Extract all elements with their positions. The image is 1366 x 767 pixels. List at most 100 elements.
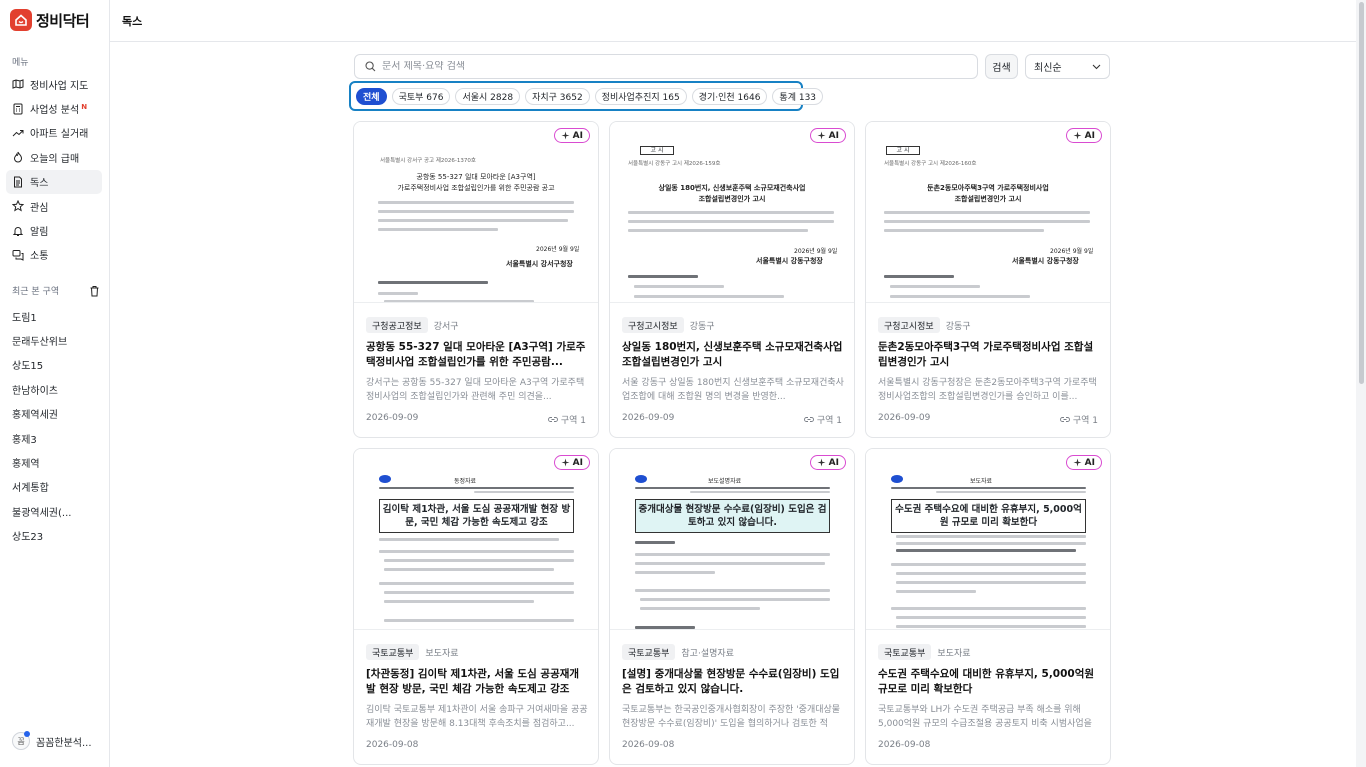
filter-chip-all[interactable]: 전체 <box>356 87 387 105</box>
document-preview: 보도자료 수도권 주택수요에 대비한 유휴부지, 5,000억원 규모로 미리 … <box>866 449 1110 630</box>
doc-title-line: 둔촌2동모아주택3구역 가로주택정비사업 <box>927 184 1049 192</box>
doc-text-line <box>640 607 760 610</box>
sidebar-item-docs[interactable]: 독스 <box>6 169 102 194</box>
doc-rule <box>891 487 1086 489</box>
doc-signature: 서울특별시 강서구청장 <box>506 260 573 268</box>
card-tags: 구청고시정보 강동구 <box>878 317 971 333</box>
app-logo[interactable]: 정비닥터 <box>10 8 90 32</box>
linked-area[interactable]: 구역 1 <box>547 413 586 426</box>
doc-card[interactable]: 동정자료 김이탁 제1차관, 서울 도심 공공재개발 현장 방문, 국민 체감 … <box>353 448 599 765</box>
trash-icon[interactable] <box>89 285 100 297</box>
doc-header: 서울특별시 강서구 공고 제2026-1370호 <box>380 158 476 164</box>
recent-area-item[interactable]: 서계통합 <box>12 475 104 499</box>
doc-text-line <box>891 563 1086 566</box>
sidebar-item-apt-trades[interactable]: 아파트 실거래 <box>6 121 102 145</box>
sidebar-item-label: 사업성 분석 <box>30 105 80 117</box>
doc-title-line: 상일동 180번지, 신생보훈주택 소규모재건축사업 <box>658 184 806 192</box>
doc-text-line <box>884 211 1090 214</box>
doc-text-line <box>474 491 574 493</box>
sidebar-nav: 정비사업 지도 사업성 분석 N 아파트 실거래 오늘의 급매 독스 관심 알림 <box>6 72 102 267</box>
recent-area-item[interactable]: 문래두산위브 <box>12 328 104 352</box>
doc-title-line: 공항동 55-327 일대 모아타운 [A3구역] <box>416 173 536 181</box>
doc-header: 서울특별시 강동구 고시 제2026-160호 <box>884 161 977 167</box>
ai-badge-label: AI <box>572 457 583 468</box>
card-date: 2026-09-09 <box>878 413 931 423</box>
sidebar-item-community[interactable]: 소통 <box>6 243 102 267</box>
sidebar-item-alerts[interactable]: 알림 <box>6 218 102 242</box>
doc-text-line <box>378 281 488 284</box>
sparkle-icon <box>561 131 570 140</box>
doc-card[interactable]: 고 시 서울특별시 강동구 고시 제2026-159호 상일동 180번지, 신… <box>609 121 855 438</box>
recent-area-item[interactable]: 홍제역 <box>12 450 104 474</box>
link-icon <box>547 417 558 422</box>
recent-area-item[interactable]: 홍제3 <box>12 426 104 450</box>
search-input[interactable] <box>382 61 962 72</box>
linked-area[interactable]: 구역 1 <box>803 413 842 426</box>
document-preview: 고 시 서울특별시 강동구 고시 제2026-159호 상일동 180번지, 신… <box>610 122 854 303</box>
doc-text-line <box>384 619 574 622</box>
doc-text-line <box>635 626 695 629</box>
filter-chip-seoul[interactable]: 서울시 2828 <box>455 87 521 105</box>
doc-signature: 서울특별시 강동구청장 <box>1012 257 1079 265</box>
doc-text-line <box>628 220 834 223</box>
doc-title-line: 가로주택정비사업 조합설립인가를 위한 주민공람 공고 <box>397 184 555 192</box>
calculator-icon <box>13 103 23 115</box>
recent-area-item[interactable]: 상도15 <box>12 353 104 377</box>
trend-icon <box>12 129 24 137</box>
user-profile[interactable]: 꼼 꼼꼼한분석... <box>12 731 92 750</box>
sidebar-item-urgent-sale[interactable]: 오늘의 급매 <box>6 145 102 169</box>
doc-date: 2026년 9월 9일 <box>794 248 838 255</box>
doc-text-line <box>635 553 830 556</box>
doc-card[interactable]: 서울특별시 강서구 공고 제2026-1370호 공항동 55-327 일대 모… <box>353 121 599 438</box>
linked-area[interactable]: 구역 1 <box>1059 413 1098 426</box>
star-icon <box>12 200 24 212</box>
card-date: 2026-09-09 <box>366 413 419 423</box>
source-subtag: 강서구 <box>433 321 459 332</box>
bell-icon <box>12 226 24 236</box>
doc-card[interactable]: 고 시 서울특별시 강동구 고시 제2026-160호 둔촌2동모아주택3구역 … <box>865 121 1111 438</box>
scrollbar-thumb[interactable] <box>1359 2 1364 384</box>
sidebar-item-map[interactable]: 정비사업 지도 <box>6 72 102 96</box>
filter-chip-gyeonggi-incheon[interactable]: 경기·인천 1646 <box>691 87 768 105</box>
doc-card[interactable]: 보도설명자료 중개대상물 현장방문 수수료(임장비) 도입은 검토하고 있지 않… <box>609 448 855 765</box>
sort-select[interactable]: 최신순 <box>1025 54 1110 79</box>
search-box <box>354 54 978 79</box>
source-subtag: 참고·설명자료 <box>681 648 734 659</box>
card-tags: 국토교통부 보도자료 <box>366 644 459 660</box>
recent-area-item[interactable]: 도림1 <box>12 304 104 328</box>
link-icon <box>1059 417 1070 422</box>
source-subtag: 보도자료 <box>937 648 971 659</box>
sidebar-item-favorites[interactable]: 관심 <box>6 194 102 218</box>
recent-area-item[interactable]: 홍제역세권 <box>12 402 104 426</box>
filter-chip-district[interactable]: 자치구 3652 <box>525 87 590 105</box>
card-title: [차관동정] 김이탁 제1차관, 서울 도심 공공재개발 현장 방문, 국민 체… <box>366 668 580 695</box>
doc-date: 2026년 9월 9일 <box>536 246 580 253</box>
document-icon <box>14 176 22 188</box>
doc-text-line <box>628 229 808 232</box>
linked-area-label: 구역 1 <box>816 416 842 426</box>
doc-text-line <box>378 210 574 213</box>
doc-card[interactable]: 보도자료 수도권 주택수요에 대비한 유휴부지, 5,000억원 규모로 미리 … <box>865 448 1111 765</box>
doc-text-line <box>690 491 830 493</box>
avatar: 꼼 <box>12 731 30 750</box>
filter-chip-redevelopment[interactable]: 정비사업추진지 165 <box>594 87 687 105</box>
filter-chip-statistics[interactable]: 통계 133 <box>772 87 824 105</box>
recent-area-item[interactable]: 불광역세권(... <box>12 499 104 523</box>
card-date: 2026-09-08 <box>366 740 419 750</box>
search-button[interactable]: 검색 <box>985 54 1018 79</box>
filter-chip-molit[interactable]: 국토부 676 <box>391 87 451 105</box>
card-date: 2026-09-08 <box>622 740 675 750</box>
recent-area-item[interactable]: 상도23 <box>12 524 104 548</box>
category-filter-bar: 전체 국토부 676 서울시 2828 자치구 3652 정비사업추진지 165… <box>349 81 824 111</box>
recent-area-item[interactable]: 한남하이츠 <box>12 377 104 401</box>
doc-text-line <box>378 201 574 204</box>
user-name: 꼼꼼한분석... <box>36 737 92 749</box>
source-tag: 국토교통부 <box>622 644 676 660</box>
card-title: [설명] 중개대상물 현장방문 수수료(임장비) 도입은 검토하고 있지 않습니… <box>622 668 840 695</box>
doc-text-line <box>384 568 554 571</box>
sidebar-item-analysis[interactable]: 사업성 분석 N <box>6 96 102 120</box>
document-preview: 서울특별시 강서구 공고 제2026-1370호 공항동 55-327 일대 모… <box>354 122 598 303</box>
scrollbar[interactable] <box>1356 0 1366 767</box>
doc-text-line <box>890 285 980 288</box>
source-subtag: 보도자료 <box>425 648 459 659</box>
